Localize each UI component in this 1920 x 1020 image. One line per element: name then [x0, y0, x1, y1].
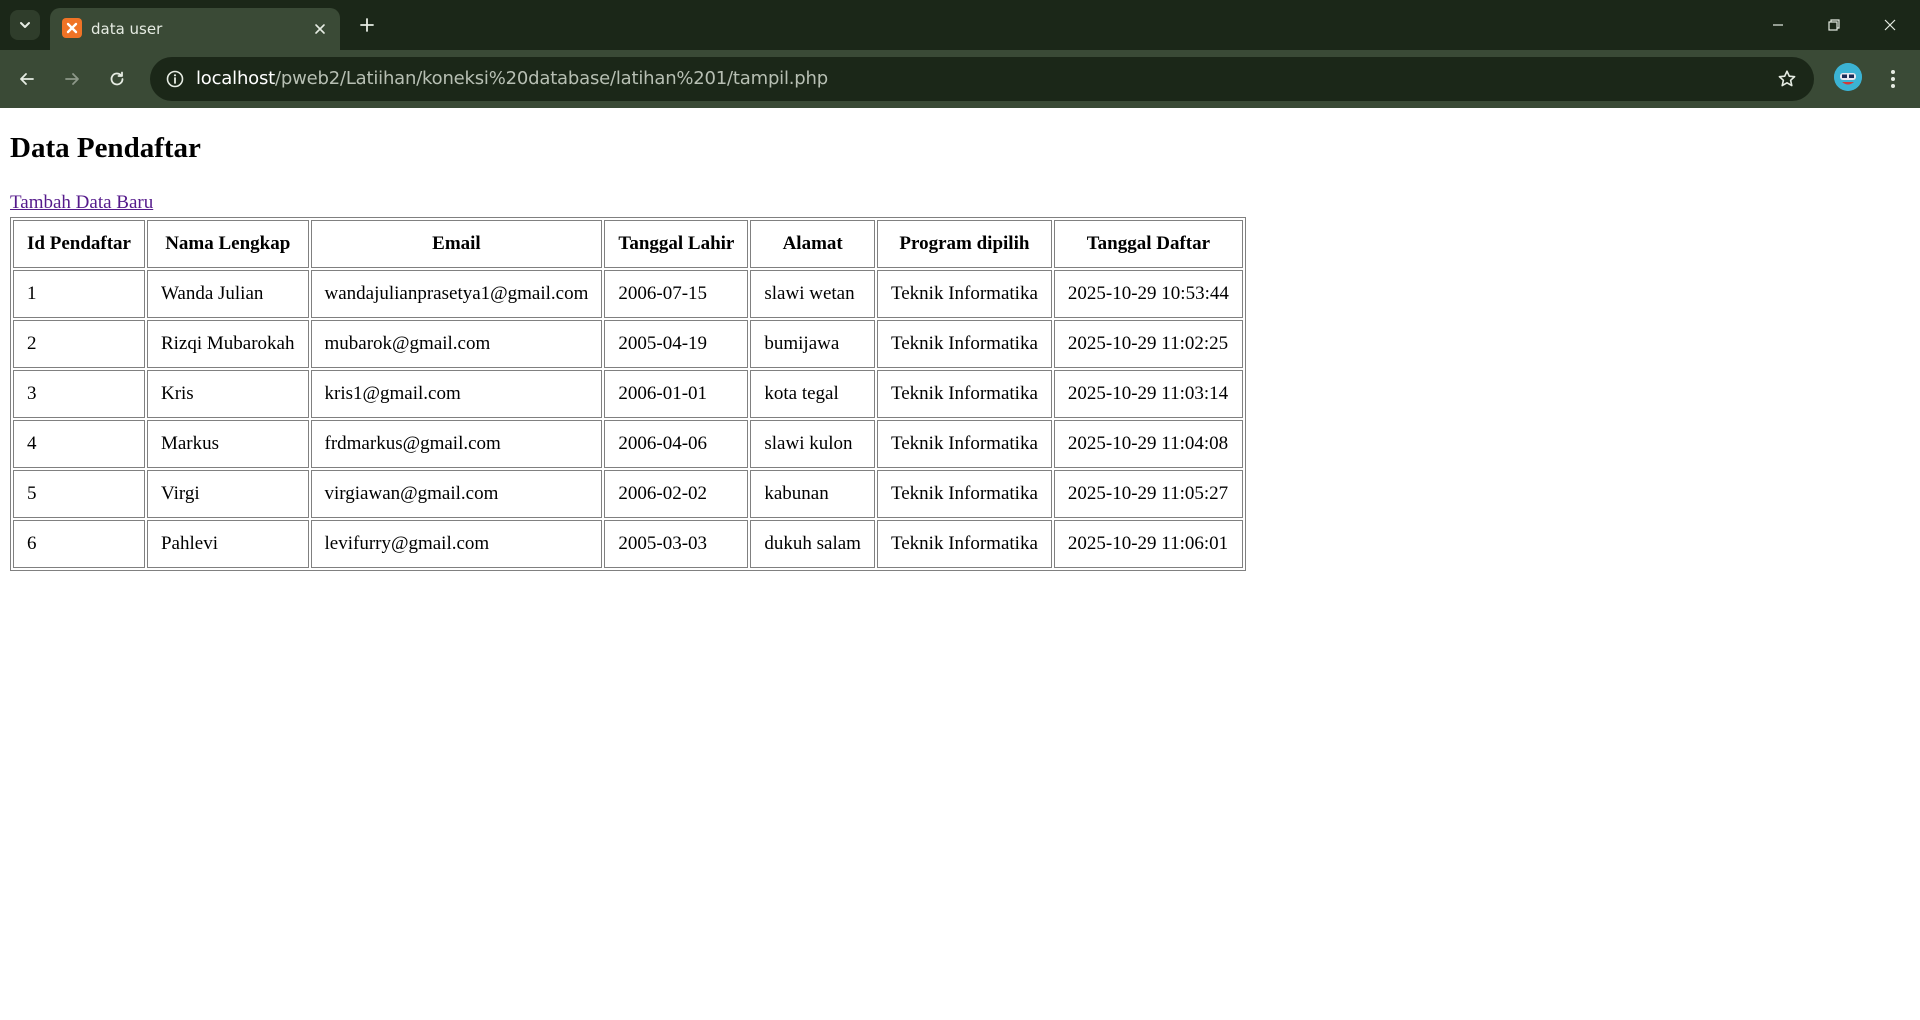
site-info-button[interactable] — [160, 64, 190, 94]
column-header: Id Pendaftar — [13, 220, 145, 268]
back-button[interactable] — [9, 61, 45, 97]
table-cell: slawi kulon — [750, 420, 875, 468]
table-cell: 2025-10-29 10:53:44 — [1053, 270, 1243, 318]
url-path: /pweb2/Latiihan/koneksi%20database/latih… — [275, 68, 828, 89]
page-content: Data Pendaftar Tambah Data Baru Id Penda… — [0, 108, 1920, 1020]
table-cell: Teknik Informatika — [876, 320, 1052, 368]
url-host: localhost — [196, 68, 275, 89]
more-vertical-icon — [1891, 70, 1895, 88]
table-cell: 1 — [13, 270, 145, 318]
table-cell: Teknik Informatika — [876, 520, 1052, 568]
column-header: Program dipilih — [876, 220, 1052, 268]
table-cell: Wanda Julian — [146, 270, 309, 318]
close-window-button[interactable] — [1862, 0, 1918, 50]
table-cell: 4 — [13, 420, 145, 468]
table-cell: 2025-10-29 11:03:14 — [1053, 370, 1243, 418]
column-header: Tanggal Lahir — [604, 220, 749, 268]
restore-button[interactable] — [1806, 0, 1862, 50]
new-tab-button[interactable] — [352, 10, 382, 40]
avatar-icon — [1834, 63, 1862, 91]
active-tab[interactable]: data user — [50, 8, 340, 50]
star-icon — [1778, 70, 1796, 87]
add-new-data-link[interactable]: Tambah Data Baru — [10, 192, 153, 214]
arrow-left-icon — [20, 73, 34, 85]
table-cell: 2025-10-29 11:04:08 — [1053, 420, 1243, 468]
table-row: 4 Markus frdmarkus@gmail.com 2006-04-06 … — [13, 420, 1243, 468]
table-cell: 2006-04-06 — [604, 420, 749, 468]
table-header-row: Id Pendaftar Nama Lengkap Email Tanggal … — [13, 220, 1243, 268]
reload-icon — [110, 71, 124, 86]
registrants-table: Id Pendaftar Nama Lengkap Email Tanggal … — [10, 217, 1246, 571]
info-icon — [166, 70, 184, 88]
column-header: Email — [310, 220, 603, 268]
table-cell: Virgi — [146, 470, 309, 518]
table-cell: 2006-02-02 — [604, 470, 749, 518]
tab-title: data user — [91, 20, 163, 38]
table-row: 2 Rizqi Mubarokah mubarok@gmail.com 2005… — [13, 320, 1243, 368]
table-cell: 2006-07-15 — [604, 270, 749, 318]
table-cell: Teknik Informatika — [876, 270, 1052, 318]
table-cell: 2025-10-29 11:06:01 — [1053, 520, 1243, 568]
table-row: 3 Kris kris1@gmail.com 2006-01-01 kota t… — [13, 370, 1243, 418]
table-row: 6 Pahlevi levifurry@gmail.com 2005-03-03… — [13, 520, 1243, 568]
close-icon — [1884, 19, 1896, 31]
table-cell: Kris — [146, 370, 309, 418]
table-cell: mubarok@gmail.com — [310, 320, 603, 368]
table-cell: Teknik Informatika — [876, 470, 1052, 518]
forward-button[interactable] — [54, 61, 90, 97]
table-row: 1 Wanda Julian wandajulianprasetya1@gmai… — [13, 270, 1243, 318]
url-text[interactable]: localhost/pweb2/Latiihan/koneksi%20datab… — [196, 57, 828, 101]
table-cell: frdmarkus@gmail.com — [310, 420, 603, 468]
arrow-right-icon — [65, 73, 79, 85]
table-cell: Teknik Informatika — [876, 420, 1052, 468]
column-header: Alamat — [750, 220, 875, 268]
address-bar[interactable]: localhost/pweb2/Latiihan/koneksi%20datab… — [150, 57, 1814, 101]
table-cell: 2006-01-01 — [604, 370, 749, 418]
table-cell: bumijawa — [750, 320, 875, 368]
profile-avatar[interactable] — [1834, 63, 1862, 91]
page-title: Data Pendaftar — [10, 132, 201, 164]
table-row: 5 Virgi virgiawan@gmail.com 2006-02-02 k… — [13, 470, 1243, 518]
table-cell: kabunan — [750, 470, 875, 518]
minimize-button[interactable] — [1750, 0, 1806, 50]
browser-menu-button[interactable] — [1878, 61, 1908, 97]
xampp-favicon-icon — [62, 18, 82, 38]
table-cell: 2 — [13, 320, 145, 368]
column-header: Tanggal Daftar — [1053, 220, 1243, 268]
table-cell: kota tegal — [750, 370, 875, 418]
table-cell: 5 — [13, 470, 145, 518]
table-cell: Teknik Informatika — [876, 370, 1052, 418]
browser-toolbar: localhost/pweb2/Latiihan/koneksi%20datab… — [0, 50, 1920, 108]
table-cell: 2025-10-29 11:05:27 — [1053, 470, 1243, 518]
close-icon — [315, 24, 325, 34]
table-cell: slawi wetan — [750, 270, 875, 318]
plus-icon — [360, 18, 374, 32]
table-cell: 2005-04-19 — [604, 320, 749, 368]
minimize-icon — [1773, 24, 1783, 26]
table-cell: 2005-03-03 — [604, 520, 749, 568]
table-cell: 6 — [13, 520, 145, 568]
tab-strip: data user — [0, 0, 1920, 50]
tab-close-button[interactable] — [308, 17, 332, 41]
restore-icon — [1828, 19, 1840, 31]
table-cell: Markus — [146, 420, 309, 468]
bookmark-button[interactable] — [1772, 64, 1802, 94]
table-cell: 3 — [13, 370, 145, 418]
table-cell: levifurry@gmail.com — [310, 520, 603, 568]
reload-button[interactable] — [99, 61, 135, 97]
table-cell: virgiawan@gmail.com — [310, 470, 603, 518]
tab-search-button[interactable] — [10, 10, 40, 40]
table-cell: kris1@gmail.com — [310, 370, 603, 418]
table-cell: Pahlevi — [146, 520, 309, 568]
table-cell: Rizqi Mubarokah — [146, 320, 309, 368]
chevron-down-icon — [20, 22, 30, 28]
table-cell: dukuh salam — [750, 520, 875, 568]
column-header: Nama Lengkap — [146, 220, 309, 268]
table-cell: 2025-10-29 11:02:25 — [1053, 320, 1243, 368]
table-cell: wandajulianprasetya1@gmail.com — [310, 270, 603, 318]
